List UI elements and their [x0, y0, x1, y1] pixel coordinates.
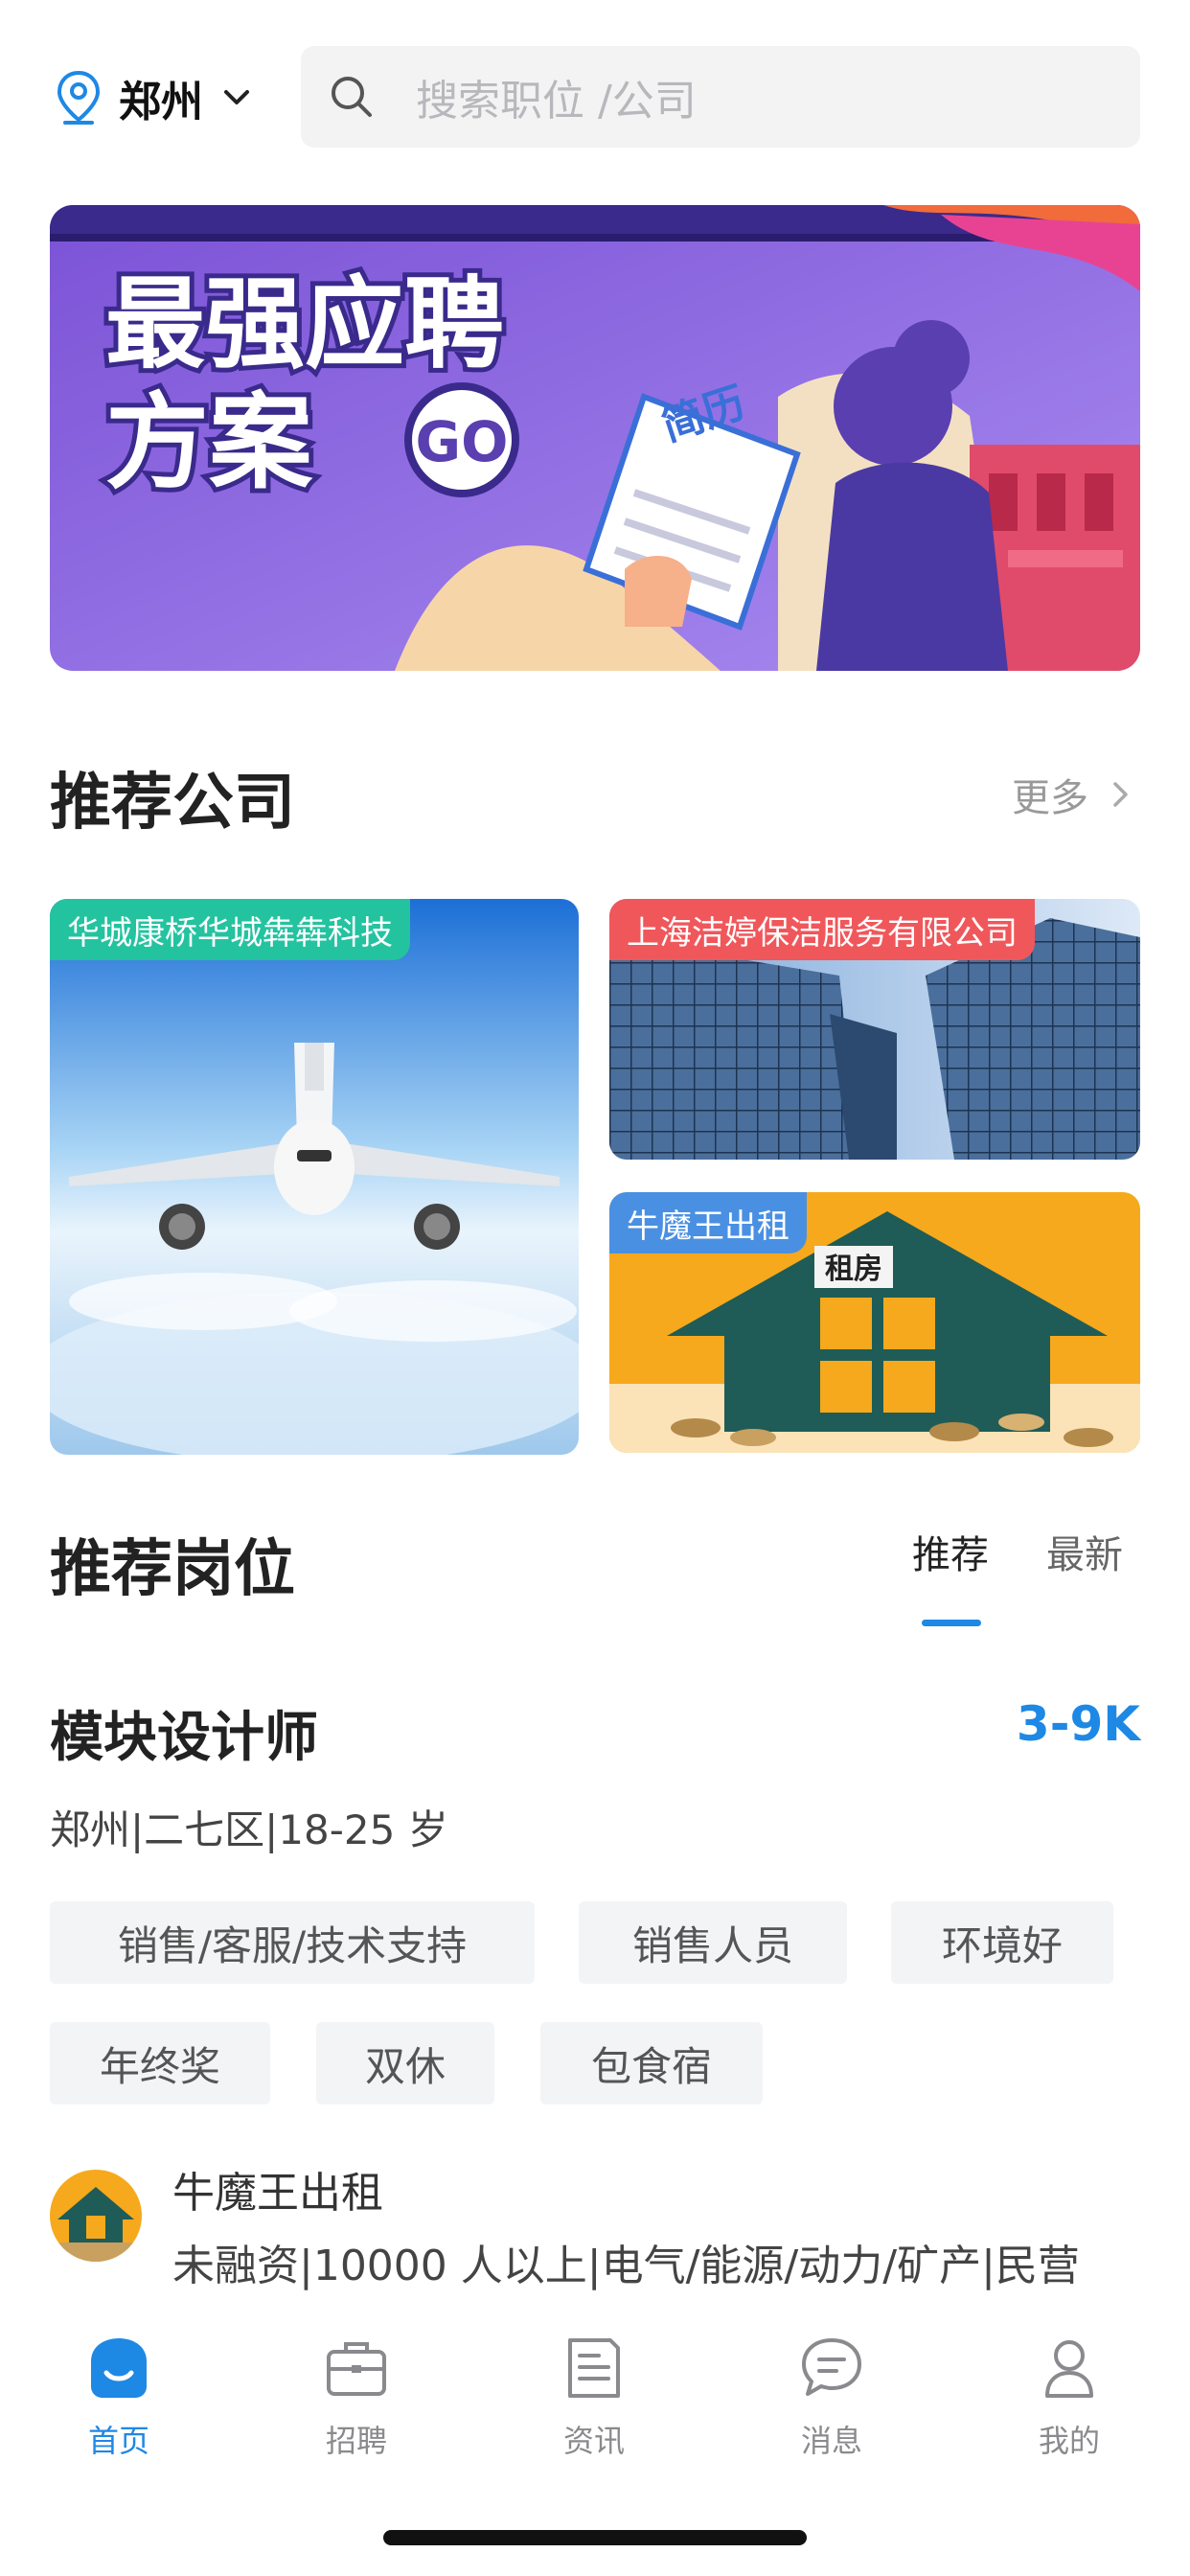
- search-icon: [332, 77, 372, 117]
- tab-recommended[interactable]: 推荐: [883, 1524, 1018, 1629]
- promo-banner[interactable]: 最强应聘 方案 GO 简历: [50, 205, 1140, 671]
- banner-headline-line1: 最强应聘: [105, 265, 504, 382]
- airplane-image: [50, 899, 579, 1455]
- company-card-1[interactable]: 华城康桥华城犇犇科技: [50, 899, 579, 1455]
- banner-illustration: 最强应聘 方案 GO 简历: [50, 205, 1140, 671]
- company-name-tag: 牛魔王出租: [609, 1192, 807, 1254]
- job-title: 模块设计师: [50, 1707, 318, 1769]
- company-avatar: [50, 2170, 142, 2262]
- company-name-tag: 华城康桥华城犇犇科技: [50, 899, 410, 960]
- nav-label: 资讯: [562, 2423, 625, 2459]
- job-tabs: 推荐 最新: [883, 1524, 1152, 1629]
- company-name-tag: 上海洁婷保洁服务有限公司: [609, 899, 1035, 960]
- job-tag: 年终奖: [50, 2022, 270, 2104]
- search-placeholder: 搜索职位 /公司: [416, 77, 697, 126]
- job-salary: 3-9K: [1016, 1696, 1140, 1752]
- job-tag: 销售/客服/技术支持: [50, 1901, 535, 1984]
- section-title-jobs: 推荐岗位: [50, 1534, 295, 1605]
- home-icon: [91, 2338, 147, 2398]
- job-tag: 环境好: [891, 1901, 1113, 1984]
- tab-label: 最新: [1046, 1533, 1123, 1577]
- more-companies-link[interactable]: 更多: [1012, 767, 1134, 822]
- chevron-down-icon: [224, 90, 249, 104]
- job-tag: 销售人员: [579, 1901, 847, 1984]
- house-sign-text: 租房: [825, 1253, 882, 1286]
- nav-jobs[interactable]: 招聘: [280, 2333, 433, 2461]
- nav-label: 招聘: [325, 2423, 387, 2459]
- location-pin-icon: [57, 70, 101, 125]
- nav-label: 首页: [87, 2423, 149, 2459]
- search-input[interactable]: 搜索职位 /公司: [301, 46, 1140, 148]
- tab-label: 推荐: [912, 1533, 989, 1577]
- message-icon: [802, 2338, 861, 2396]
- job-tag: 双休: [316, 2022, 494, 2104]
- chevron-right-icon: [1113, 782, 1128, 807]
- nav-messages[interactable]: 消息: [755, 2333, 908, 2461]
- nav-profile[interactable]: 我的: [993, 2333, 1146, 2461]
- nav-label: 消息: [800, 2423, 862, 2459]
- tab-latest[interactable]: 最新: [1018, 1524, 1152, 1629]
- tab-active-indicator: [922, 1620, 981, 1626]
- more-label: 更多: [1012, 776, 1088, 820]
- job-meta: 郑州|二七区|18-25 岁: [50, 1806, 448, 1853]
- job-tag: 包食宿: [540, 2022, 763, 2104]
- nav-home[interactable]: 首页: [42, 2333, 195, 2461]
- company-card-3[interactable]: 租房 牛魔王出租: [609, 1192, 1140, 1453]
- nav-news[interactable]: 资讯: [517, 2333, 671, 2461]
- home-indicator[interactable]: [383, 2530, 807, 2545]
- company-card-2[interactable]: 上海洁婷保洁服务有限公司: [609, 899, 1140, 1160]
- top-bar: 郑州 搜索职位 /公司: [0, 0, 1190, 192]
- city-label: 郑州: [119, 78, 203, 126]
- company-name: 牛魔王出租: [172, 2169, 383, 2218]
- profile-icon: [1045, 2340, 1093, 2398]
- briefcase-icon: [327, 2342, 386, 2396]
- banner-go-text: GO: [416, 409, 509, 474]
- banner-headline-line2: 方案: [105, 383, 313, 503]
- city-selector[interactable]: 郑州: [56, 67, 253, 128]
- nav-label: 我的: [1038, 2423, 1100, 2459]
- news-icon: [568, 2338, 620, 2398]
- company-info: 未融资|10000 人以上|电气/能源/动力/矿产|民营: [172, 2242, 1080, 2290]
- section-title-companies: 推荐公司: [50, 768, 295, 839]
